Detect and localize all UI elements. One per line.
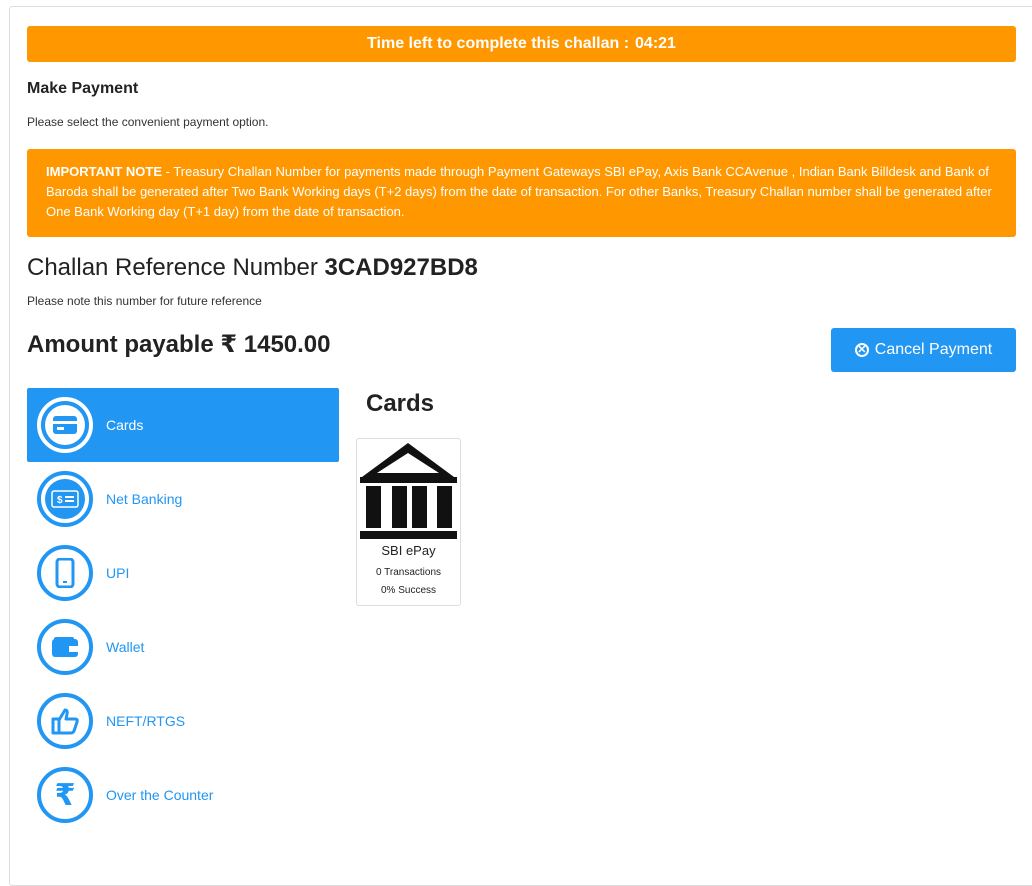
gateway-card-sbi-epay[interactable]: SBI ePay 0 Transactions 0% Success: [356, 438, 461, 606]
cards-section-title: Cards: [366, 390, 435, 417]
menu-item-upi[interactable]: UPI: [27, 536, 339, 610]
menu-item-wallet[interactable]: Wallet: [27, 610, 339, 684]
amount-value: 1450.00: [243, 331, 331, 358]
card-icon: [45, 405, 85, 445]
mobile-icon: [45, 553, 85, 593]
challan-ref-label: Challan Reference Number: [27, 254, 318, 281]
menu-item-label: UPI: [106, 565, 130, 581]
menu-item-cards[interactable]: Cards: [27, 388, 339, 462]
menu-item-label: Cards: [106, 417, 144, 433]
page-title: Make Payment: [27, 80, 139, 97]
svg-text:$: $: [57, 495, 63, 506]
challan-ref-number: 3CAD927BD8: [324, 254, 478, 281]
payment-method-menu: Cards $ Net Banking UPI Wallet NEFT/RTGS…: [27, 388, 339, 832]
timer-banner: Time left to complete this challan : 04:2…: [27, 26, 1016, 62]
gateway-name: SBI ePay: [381, 543, 436, 558]
currency-symbol: ₹: [220, 331, 238, 358]
challan-ref-note: Please note this number for future refer…: [27, 294, 262, 308]
amount-label: Amount payable: [27, 331, 214, 358]
wallet-icon: [45, 627, 85, 667]
gateway-success-rate: 0% Success: [380, 585, 437, 596]
cash-icon: $: [45, 479, 85, 519]
menu-item-over-the-counter[interactable]: ₹ Over the Counter: [27, 758, 339, 832]
menu-item-net-banking[interactable]: $ Net Banking: [27, 462, 339, 536]
rupee-icon: ₹: [45, 775, 85, 815]
challan-reference: Challan Reference Number 3CAD927BD8: [27, 254, 478, 282]
page-subtitle: Please select the convenient payment opt…: [27, 115, 269, 129]
menu-item-label: Net Banking: [106, 491, 183, 507]
close-circle-icon: ✕: [854, 343, 869, 357]
gateway-transactions: 0 Transactions: [375, 567, 442, 578]
note-label: IMPORTANT NOTE: [46, 164, 163, 179]
menu-item-neft-rtgs[interactable]: NEFT/RTGS: [27, 684, 339, 758]
amount-payable: Amount payable ₹ 1450.00: [27, 330, 331, 359]
menu-item-label: Wallet: [106, 639, 145, 655]
cancel-payment-button[interactable]: ✕ Cancel Payment: [831, 328, 1016, 372]
bank-icon: [360, 443, 457, 539]
menu-item-label: Over the Counter: [106, 787, 214, 803]
timer-value: 04:21: [635, 35, 676, 52]
menu-item-label: NEFT/RTGS: [106, 713, 186, 729]
timer-label: Time left to complete this challan :: [367, 35, 630, 52]
note-text: - Treasury Challan Number for payments m…: [46, 164, 992, 219]
cancel-payment-label: Cancel Payment: [874, 341, 993, 358]
important-note: IMPORTANT NOTE - Treasury Challan Number…: [27, 149, 1016, 237]
thumbs-up-icon: [45, 701, 85, 741]
